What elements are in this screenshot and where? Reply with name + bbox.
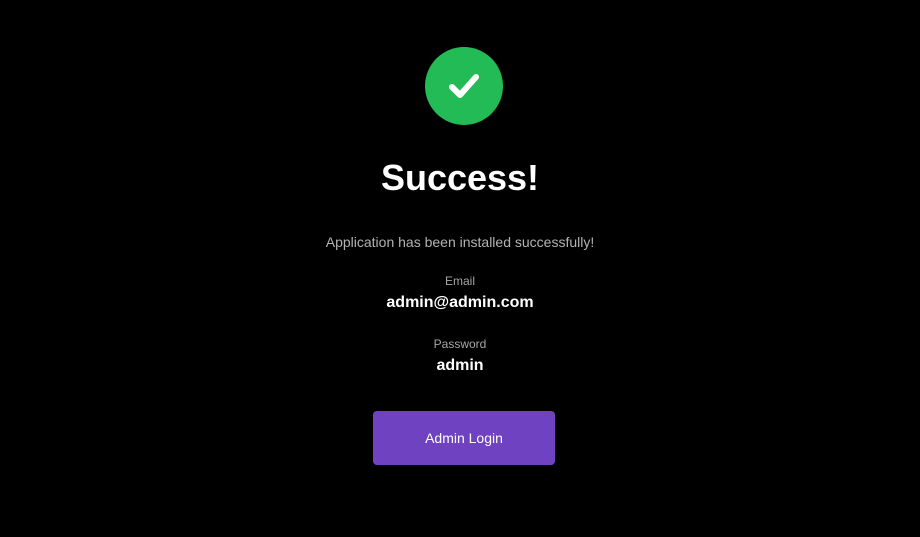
password-value: admin bbox=[436, 357, 484, 374]
success-message: Application has been installed successfu… bbox=[325, 234, 595, 250]
email-label: Email bbox=[444, 274, 475, 288]
password-label: Password bbox=[433, 337, 487, 351]
success-panel: Success! Application has been installed … bbox=[0, 0, 920, 537]
check-icon bbox=[449, 74, 479, 98]
success-badge bbox=[425, 47, 503, 125]
admin-login-button[interactable]: Admin Login bbox=[373, 411, 555, 465]
page-title: Success! bbox=[380, 157, 540, 198]
email-value: admin@admin.com bbox=[386, 294, 534, 311]
